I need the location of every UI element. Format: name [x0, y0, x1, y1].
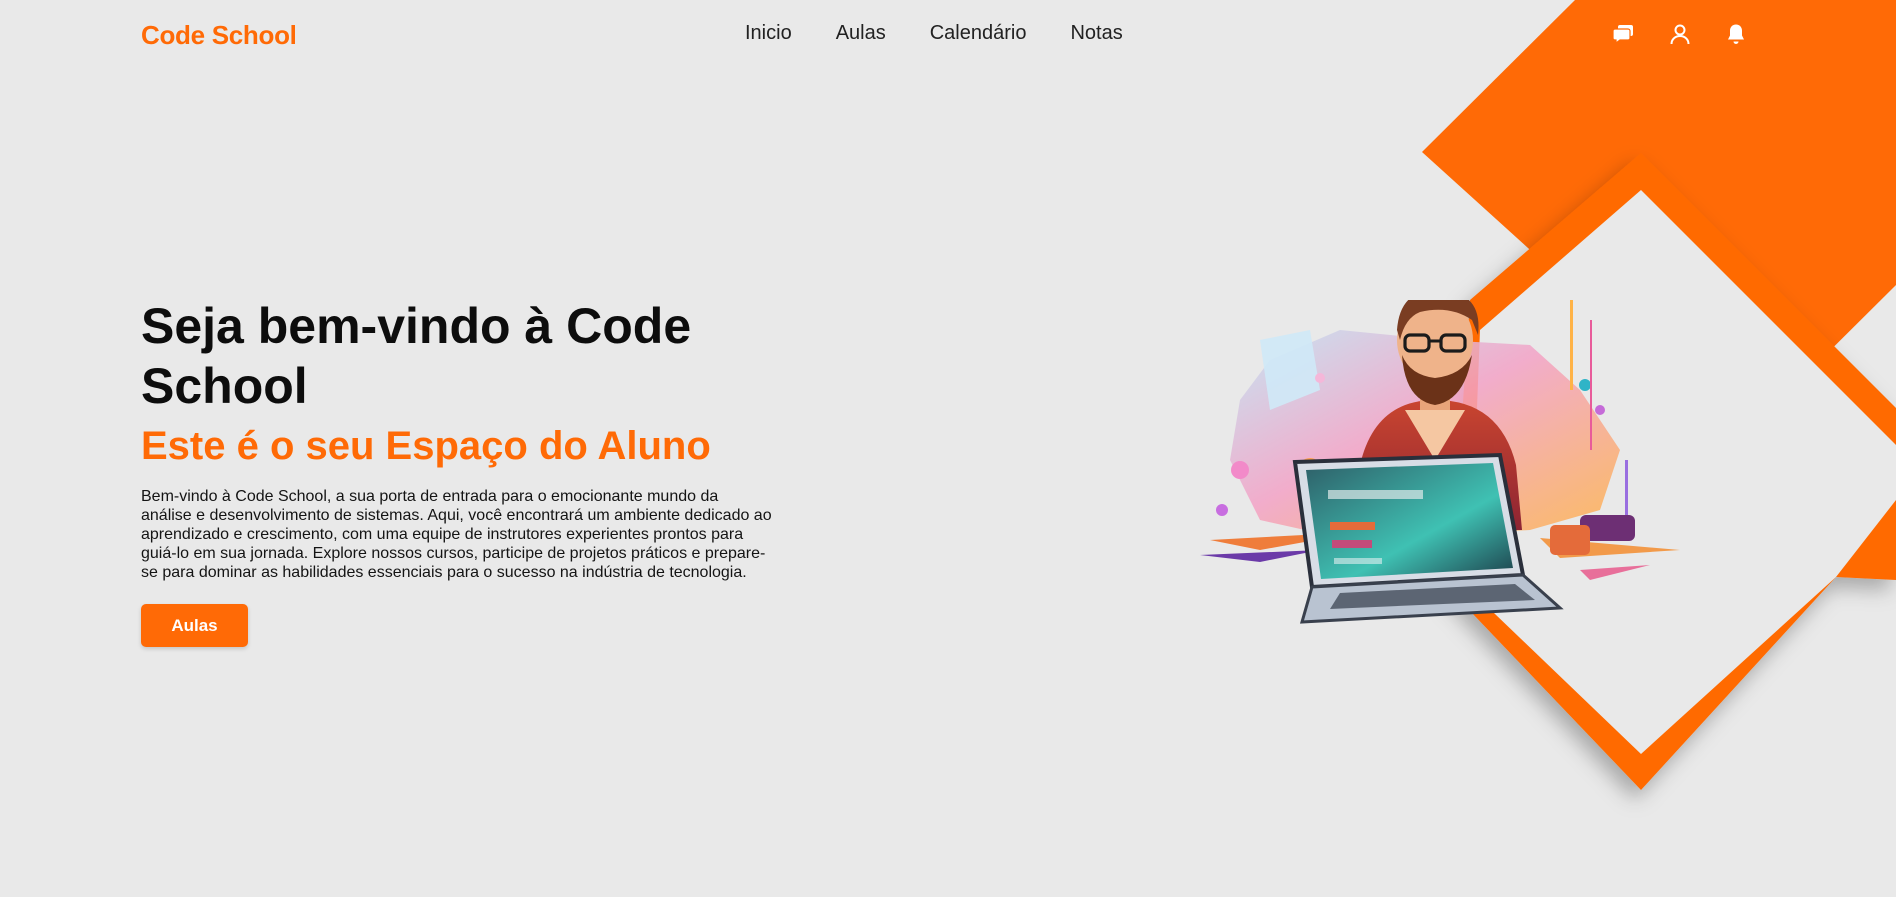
user-icon[interactable] — [1666, 20, 1694, 48]
chat-icon[interactable] — [1610, 20, 1638, 48]
hero-section: Seja bem-vindo à Code School Este é o se… — [141, 296, 781, 582]
nav-item-aulas[interactable]: Aulas — [836, 22, 886, 45]
main-nav: Inicio Aulas Calendário Notas — [745, 22, 1123, 45]
hero-description: Bem-vindo à Code School, a sua porta de … — [141, 488, 772, 581]
developer-laptop-illustration — [1200, 300, 1680, 624]
hero-title: Seja bem-vindo à Code School — [141, 298, 692, 414]
aulas-button[interactable]: Aulas — [141, 604, 248, 647]
brand-logo[interactable]: Code School — [141, 20, 297, 51]
nav-item-calendario[interactable]: Calendário — [930, 22, 1027, 45]
nav-item-inicio[interactable]: Inicio — [745, 22, 792, 45]
header-actions — [1610, 20, 1750, 48]
hero-subtitle: Este é o seu Espaço do Aluno — [141, 424, 711, 468]
nav-item-notas[interactable]: Notas — [1070, 22, 1122, 45]
bell-icon[interactable] — [1722, 20, 1750, 48]
